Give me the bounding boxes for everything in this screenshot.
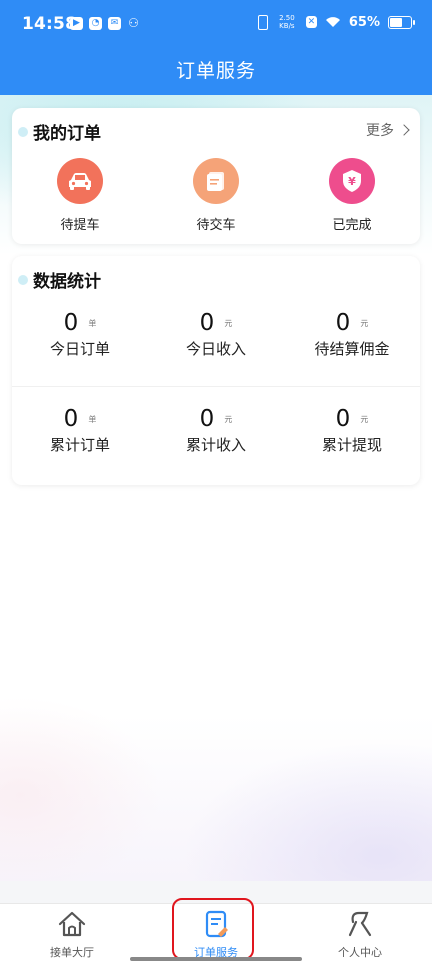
stat-value: 0 (199, 310, 215, 336)
status-time: 14:58 (22, 14, 78, 34)
stat-unit: 元 (224, 319, 233, 328)
stat-unit: 元 (224, 415, 233, 424)
tab-order-hall[interactable]: 接单大厅 (0, 910, 144, 960)
stat-unit: 单 (88, 415, 97, 424)
data-stats-title: 数据统计 (33, 272, 101, 292)
stat-label: 今日订单 (49, 340, 110, 358)
my-orders-header: 我的订单 更多 (12, 108, 420, 152)
notification-icons: ▶ ◔ ✉ ⚇ (70, 17, 140, 30)
stat-total-withdrawn: 0元 累计提现 (284, 406, 420, 455)
stats-row-today: 0单 今日订单 0元 今日收入 0元 待结算佣金 (12, 310, 420, 359)
order-status-list: 待提车 待交车 ¥ 已完成 (12, 158, 420, 233)
my-orders-title: 我的订单 (33, 124, 101, 144)
order-status-label: 待提车 (60, 218, 100, 233)
close-box-icon: ✕ (305, 16, 317, 28)
stat-unit: 元 (360, 319, 369, 328)
stats-divider (12, 386, 420, 387)
stat-value: 0 (335, 406, 351, 432)
top-header: 14:58 ▶ ◔ ✉ ⚇ 2.50 KB/s ✕ 65% 订单服务 (0, 0, 432, 95)
data-stats-card: 数据统计 0单 今日订单 0元 今日收入 0元 待结算佣金 0单 累计订单 0元… (12, 256, 420, 485)
stat-value: 0 (63, 310, 79, 336)
home-indicator[interactable] (130, 957, 302, 961)
stat-label: 今日收入 (185, 340, 246, 358)
order-status-label: 待交车 (196, 218, 236, 233)
person-icon (348, 911, 372, 937)
net-speed: 2.50 KB/s (276, 14, 298, 30)
stats-row-total: 0单 累计订单 0元 累计收入 0元 累计提现 (12, 406, 420, 455)
page-title: 订单服务 (175, 60, 256, 82)
chevron-right-icon (398, 124, 410, 136)
status-right: 2.50 KB/s ✕ 65% (257, 14, 415, 30)
tab-label: 接单大厅 (50, 946, 94, 959)
battery-percent: 65% (348, 14, 380, 30)
net-speed-unit: KB/s (279, 22, 295, 30)
app-icon: ◔ (89, 17, 102, 30)
vibrate-icon (257, 14, 268, 30)
stat-total-orders: 0单 累计订单 (12, 406, 148, 455)
order-status-label: 已完成 (332, 218, 372, 233)
stat-label: 累计提现 (321, 436, 382, 454)
battery-icon (388, 15, 415, 29)
house-icon (58, 911, 86, 937)
order-status-pending-delivery[interactable]: 待交车 (148, 158, 284, 233)
tab-personal-center[interactable]: 个人中心 (288, 910, 432, 960)
tab-label: 个人中心 (338, 946, 382, 959)
media-icon: ▶ (70, 17, 83, 30)
stat-value: 0 (335, 310, 351, 336)
stat-value: 0 (199, 406, 215, 432)
more-link[interactable]: 更多 (366, 120, 410, 140)
title-dot-icon (18, 127, 28, 137)
order-status-completed[interactable]: ¥ 已完成 (284, 158, 420, 233)
stat-today-income: 0元 今日收入 (148, 310, 284, 359)
stat-label: 累计收入 (185, 436, 246, 454)
data-stats-header: 数据统计 (12, 256, 420, 300)
stat-label: 累计订单 (49, 436, 110, 454)
mail-icon: ✉ (108, 17, 121, 30)
net-speed-value: 2.50 (279, 14, 295, 22)
order-status-pending-pickup[interactable]: 待提车 (12, 158, 148, 233)
stat-unit: 元 (360, 415, 369, 424)
stat-pending-commission: 0元 待结算佣金 (284, 310, 420, 359)
yuan-shield-icon: ¥ (329, 158, 375, 204)
car-icon (57, 158, 103, 204)
title-dot-icon (18, 275, 28, 285)
stat-value: 0 (63, 406, 79, 432)
stat-label: 待结算佣金 (314, 340, 390, 358)
my-orders-card: 我的订单 更多 待提车 待交车 ¥ 已完成 (12, 108, 420, 244)
chat-icon: ⚇ (128, 16, 139, 30)
wifi-icon (325, 17, 340, 27)
stat-today-orders: 0单 今日订单 (12, 310, 148, 359)
more-label: 更多 (366, 123, 394, 139)
stat-total-income: 0元 累计收入 (148, 406, 284, 455)
stat-unit: 单 (88, 319, 97, 328)
tab-highlight-box (172, 898, 254, 960)
document-icon (193, 158, 239, 204)
status-bar: 14:58 ▶ ◔ ✉ ⚇ 2.50 KB/s ✕ 65% (0, 0, 432, 46)
svg-text:¥: ¥ (348, 175, 356, 188)
